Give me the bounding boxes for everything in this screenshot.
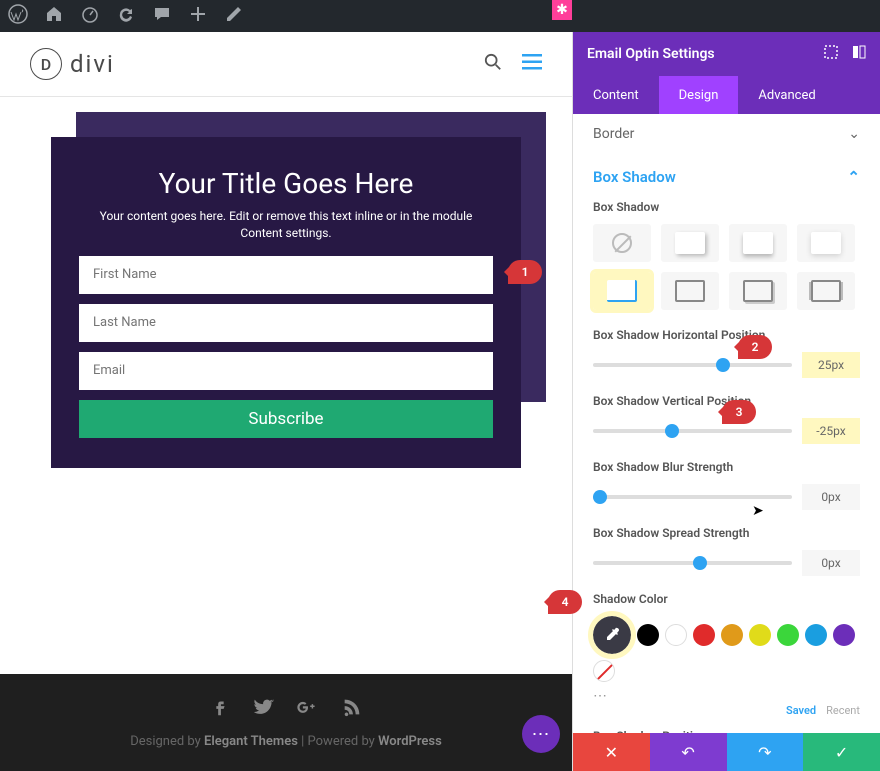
- shadow-presets: [593, 224, 860, 310]
- border-section-toggle[interactable]: Border ⌄: [593, 114, 860, 154]
- color-yellow[interactable]: [749, 624, 771, 646]
- color-black[interactable]: [637, 624, 659, 646]
- pencil-icon[interactable]: [224, 4, 244, 28]
- tab-advanced[interactable]: Advanced: [738, 76, 835, 114]
- twitter-icon[interactable]: [253, 696, 275, 722]
- expand-icon[interactable]: [824, 45, 838, 63]
- email-optin-module[interactable]: Your Title Goes Here Your content goes h…: [51, 137, 521, 468]
- undo-button[interactable]: ↶: [650, 733, 727, 771]
- preset-4[interactable]: [593, 272, 651, 310]
- tab-design[interactable]: Design: [659, 76, 739, 114]
- subscribe-button[interactable]: Subscribe: [79, 400, 493, 438]
- blur-slider[interactable]: [593, 495, 792, 499]
- site-logo[interactable]: D divi: [30, 48, 115, 80]
- snap-icon[interactable]: [852, 45, 866, 63]
- spread-label: Box Shadow Spread Strength: [593, 526, 860, 540]
- platform-link[interactable]: WordPress: [378, 734, 442, 749]
- optin-title: Your Title Goes Here: [79, 167, 493, 200]
- star-badge-icon[interactable]: ✱: [552, 0, 572, 20]
- box-shadow-label: Box Shadow: [593, 200, 860, 214]
- h-pos-slider[interactable]: [593, 363, 792, 367]
- annotation-4: 4: [548, 590, 582, 614]
- spread-slider[interactable]: [593, 561, 792, 565]
- menu-icon[interactable]: [522, 54, 542, 74]
- h-pos-value[interactable]: [802, 352, 860, 378]
- panel-tabs: Content Design Advanced: [573, 76, 880, 114]
- comment-icon[interactable]: [152, 4, 172, 28]
- wordpress-icon[interactable]: [8, 4, 28, 28]
- panel-action-bar: ✕ ↶ ↷ ✓: [573, 733, 880, 771]
- cursor-icon: ➤: [752, 503, 764, 519]
- color-red[interactable]: [693, 624, 715, 646]
- optin-description: Your content goes here. Edit or remove t…: [79, 208, 493, 242]
- site-footer: Designed by Elegant Themes | Powered by …: [0, 674, 572, 771]
- annotation-1: 1: [508, 260, 542, 284]
- preset-7[interactable]: [797, 272, 855, 310]
- close-button[interactable]: ✕: [573, 733, 650, 771]
- refresh-icon[interactable]: [116, 4, 136, 28]
- plus-icon[interactable]: [188, 4, 208, 28]
- annotation-3: 3: [722, 400, 756, 424]
- color-none[interactable]: [593, 660, 615, 682]
- first-name-input[interactable]: [79, 256, 493, 294]
- preset-2[interactable]: [729, 224, 787, 262]
- h-pos-label: Box Shadow Horizontal Position: [593, 328, 860, 342]
- shadow-color-label: Shadow Color: [593, 592, 860, 606]
- preset-5[interactable]: [661, 272, 719, 310]
- preset-3[interactable]: [797, 224, 855, 262]
- site-header: D divi: [0, 32, 572, 97]
- blur-value[interactable]: [802, 484, 860, 510]
- divi-fab-button[interactable]: ⋯: [522, 715, 560, 753]
- annotation-2: 2: [738, 335, 772, 359]
- preset-none[interactable]: [593, 224, 651, 262]
- more-colors-icon[interactable]: ⋯: [593, 688, 860, 704]
- search-icon[interactable]: [484, 53, 502, 75]
- chevron-down-icon: ⌄: [848, 126, 860, 142]
- blur-label: Box Shadow Blur Strength: [593, 460, 860, 474]
- home-icon[interactable]: [44, 4, 64, 28]
- theme-link[interactable]: Elegant Themes: [204, 734, 298, 749]
- redo-button[interactable]: ↷: [727, 733, 804, 771]
- rss-icon[interactable]: [341, 696, 363, 722]
- v-pos-value[interactable]: [802, 418, 860, 444]
- googleplus-icon[interactable]: [297, 696, 319, 722]
- panel-header: Email Optin Settings: [573, 32, 880, 76]
- facebook-icon[interactable]: [209, 696, 231, 722]
- color-swatches: [593, 616, 860, 682]
- optin-wrapper: Your Title Goes Here Your content goes h…: [51, 137, 521, 468]
- preview-pane: D divi Your Title Goes Here Your content…: [0, 32, 572, 771]
- panel-title: Email Optin Settings: [587, 46, 715, 62]
- color-blue[interactable]: [805, 624, 827, 646]
- spread-value[interactable]: [802, 550, 860, 576]
- eyedropper-button[interactable]: [593, 616, 631, 654]
- chevron-up-icon: ⌃: [847, 168, 860, 186]
- speedometer-icon[interactable]: [80, 4, 100, 28]
- save-button[interactable]: ✓: [803, 733, 880, 771]
- v-pos-slider[interactable]: [593, 429, 792, 433]
- color-green[interactable]: [777, 624, 799, 646]
- tab-content[interactable]: Content: [573, 76, 659, 114]
- box-shadow-section-toggle[interactable]: Box Shadow ⌃: [593, 154, 860, 200]
- logo-mark: D: [30, 48, 62, 80]
- color-purple[interactable]: [833, 624, 855, 646]
- last-name-input[interactable]: [79, 304, 493, 342]
- color-orange[interactable]: [721, 624, 743, 646]
- preset-1[interactable]: [661, 224, 719, 262]
- recent-colors-tab[interactable]: Recent: [826, 704, 860, 717]
- color-white[interactable]: [665, 624, 687, 646]
- logo-text: divi: [70, 50, 115, 78]
- saved-colors-tab[interactable]: Saved: [786, 704, 816, 717]
- preset-6[interactable]: [729, 272, 787, 310]
- wp-admin-bar: [0, 0, 880, 32]
- email-input[interactable]: [79, 352, 493, 390]
- footer-credits: Designed by Elegant Themes | Powered by …: [0, 734, 572, 749]
